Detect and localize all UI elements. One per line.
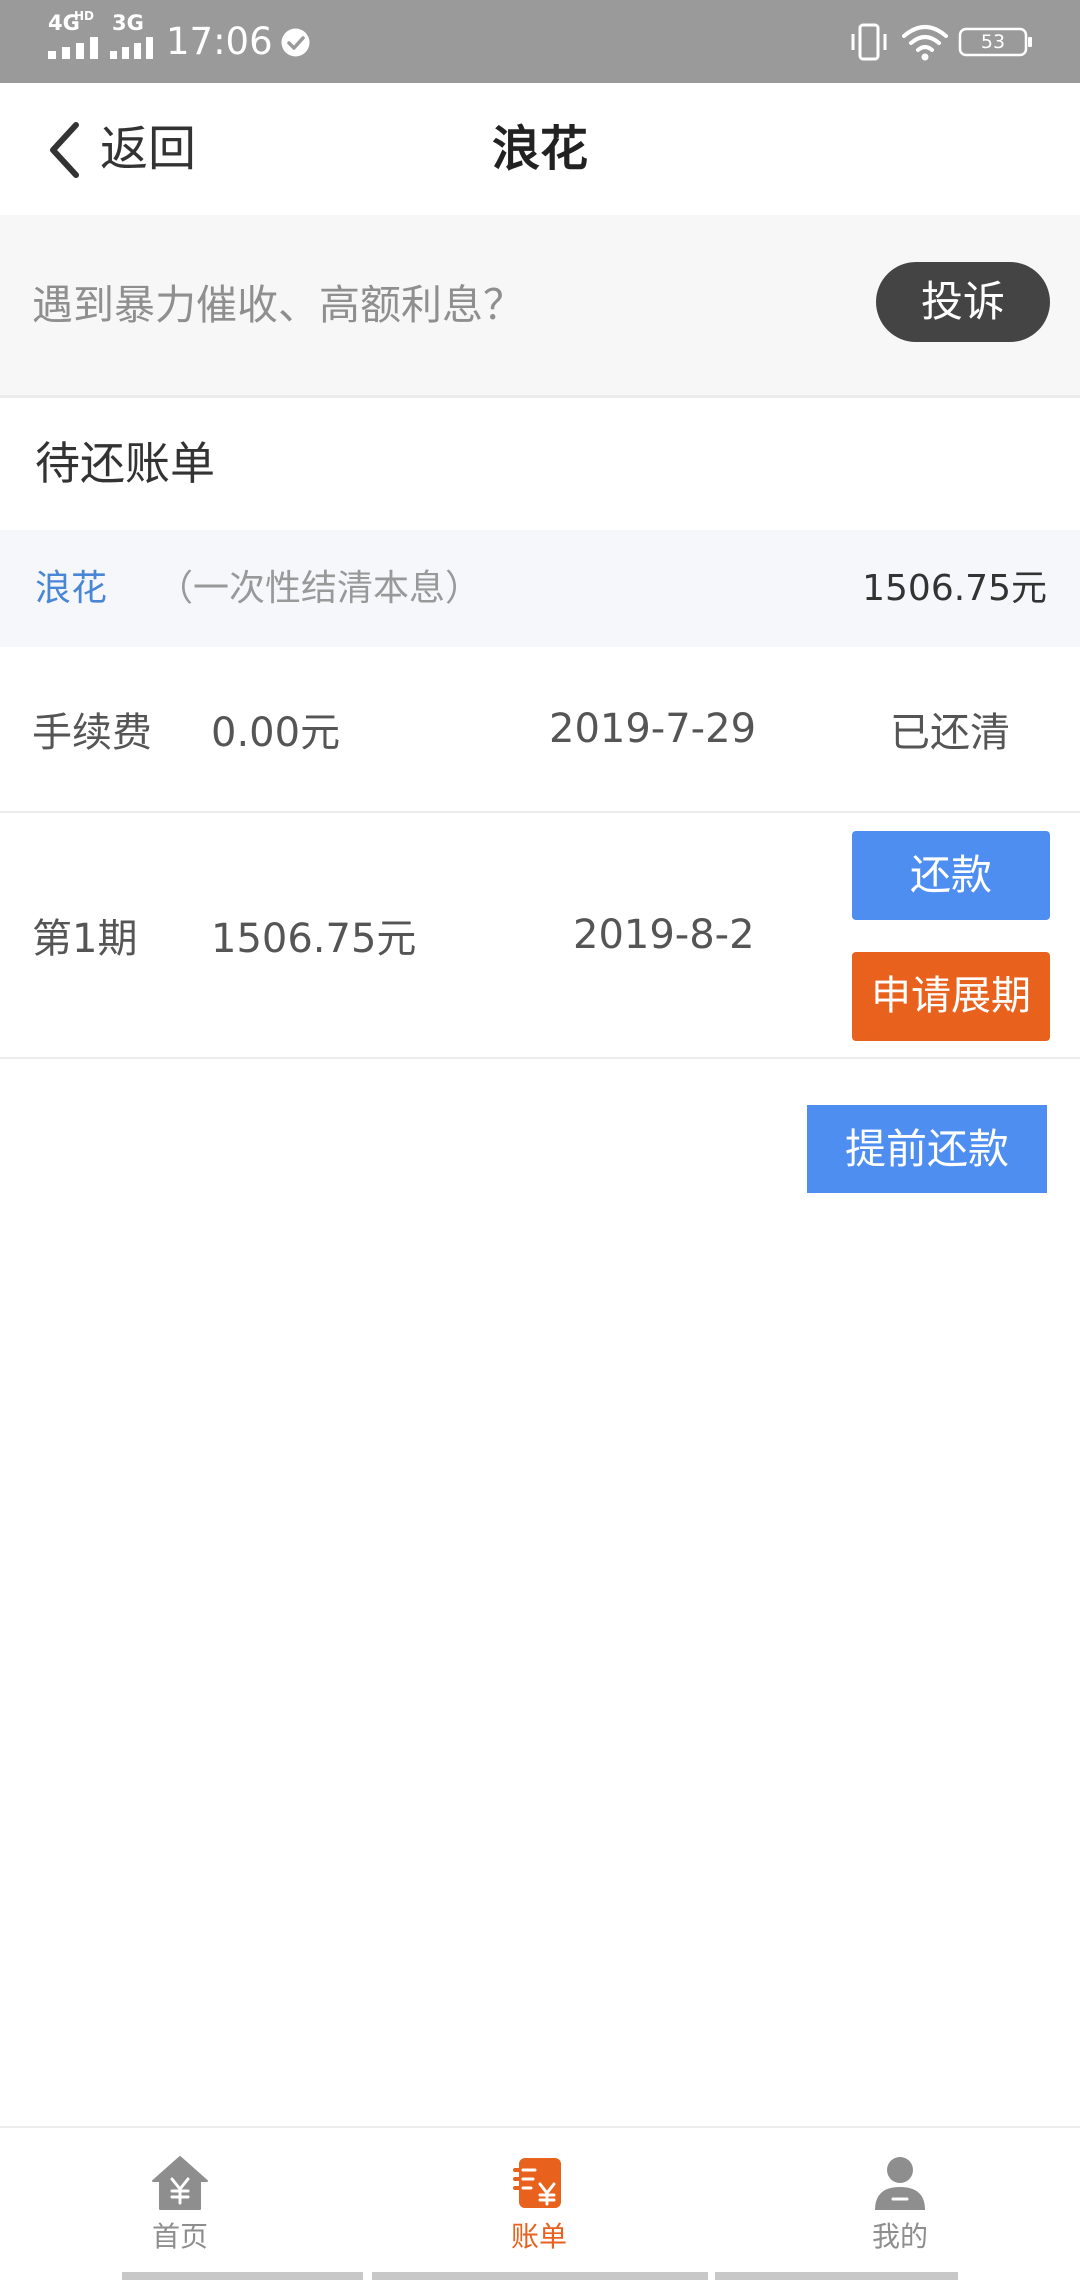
nav-item-home[interactable]: 首页 xyxy=(60,2128,300,2272)
repay-button[interactable]: 还款 xyxy=(852,831,1050,920)
signal-icon xyxy=(110,37,153,59)
row-label: 手续费 xyxy=(32,710,152,756)
nav-label: 账单 xyxy=(510,2220,567,2253)
status-bar: 4G HD 3G 17:06 53 xyxy=(0,0,1080,83)
title-wrap: 浪花 xyxy=(390,83,690,215)
complaint-button[interactable]: 投诉 xyxy=(876,262,1050,342)
page-title: 浪花 xyxy=(491,121,588,177)
row-due-date: 2019-8-2 xyxy=(573,912,755,958)
bill-row-installment-1: 第1期 1506.75元 2019-8-2 还款 申请展期 xyxy=(0,813,1080,1057)
product-name[interactable]: 浪花 xyxy=(35,530,107,647)
nav-item-me[interactable]: 我的 xyxy=(780,2128,1020,2272)
repayment-note: （一次性结清本息） xyxy=(157,568,482,609)
row-status: 已还清 xyxy=(890,710,1010,756)
row-amount: 1506.75元 xyxy=(211,916,417,962)
gesture-bar-segment xyxy=(715,2272,958,2280)
product-summary-row: 浪花 （一次性结清本息） 1506.75元 xyxy=(0,530,1080,647)
row-label: 第1期 xyxy=(32,916,138,962)
network-1-badge: HD xyxy=(74,9,95,23)
row-due-date: 2019-7-29 xyxy=(549,706,757,752)
vibrate-icon xyxy=(851,23,887,61)
signal-icon xyxy=(48,37,98,59)
bottom-nav: 首页 账单 我的 xyxy=(0,2126,1080,2272)
gesture-bar-segment xyxy=(372,2272,708,2280)
extend-button[interactable]: 申请展期 xyxy=(852,952,1050,1041)
check-circle-icon xyxy=(281,28,310,57)
product-total: 1506.75元 xyxy=(862,568,1047,609)
complaint-banner: 遇到暴力催收、高额利息？ 投诉 xyxy=(0,215,1080,395)
wifi-icon xyxy=(902,25,948,61)
nav-item-bills[interactable]: 账单 xyxy=(419,2128,659,2272)
chevron-left-icon xyxy=(50,122,79,178)
bill-row-fee: 手续费 0.00元 2019-7-29 已还清 xyxy=(0,647,1080,811)
complaint-prompt: 遇到暴力催收、高额利息？ xyxy=(32,281,524,329)
back-label: 返回 xyxy=(100,121,197,177)
person-icon xyxy=(875,2157,925,2210)
home-yen-icon xyxy=(152,2156,208,2210)
network-2-label: 3G xyxy=(112,11,144,35)
nav-label: 我的 xyxy=(871,2220,928,2253)
divider xyxy=(0,1057,1080,1059)
row-amount: 0.00元 xyxy=(211,710,341,756)
nav-label: 首页 xyxy=(151,2220,208,2253)
section-title: 待还账单 xyxy=(35,437,216,490)
status-time: 17:06 xyxy=(166,20,273,63)
gesture-bar-segment xyxy=(122,2272,363,2280)
battery-level: 53 xyxy=(980,31,1006,53)
back-button[interactable]: 返回 xyxy=(30,83,220,215)
header: 返回 浪花 xyxy=(0,83,1080,215)
prepay-button[interactable]: 提前还款 xyxy=(807,1105,1047,1193)
bill-yen-icon xyxy=(513,2158,561,2208)
